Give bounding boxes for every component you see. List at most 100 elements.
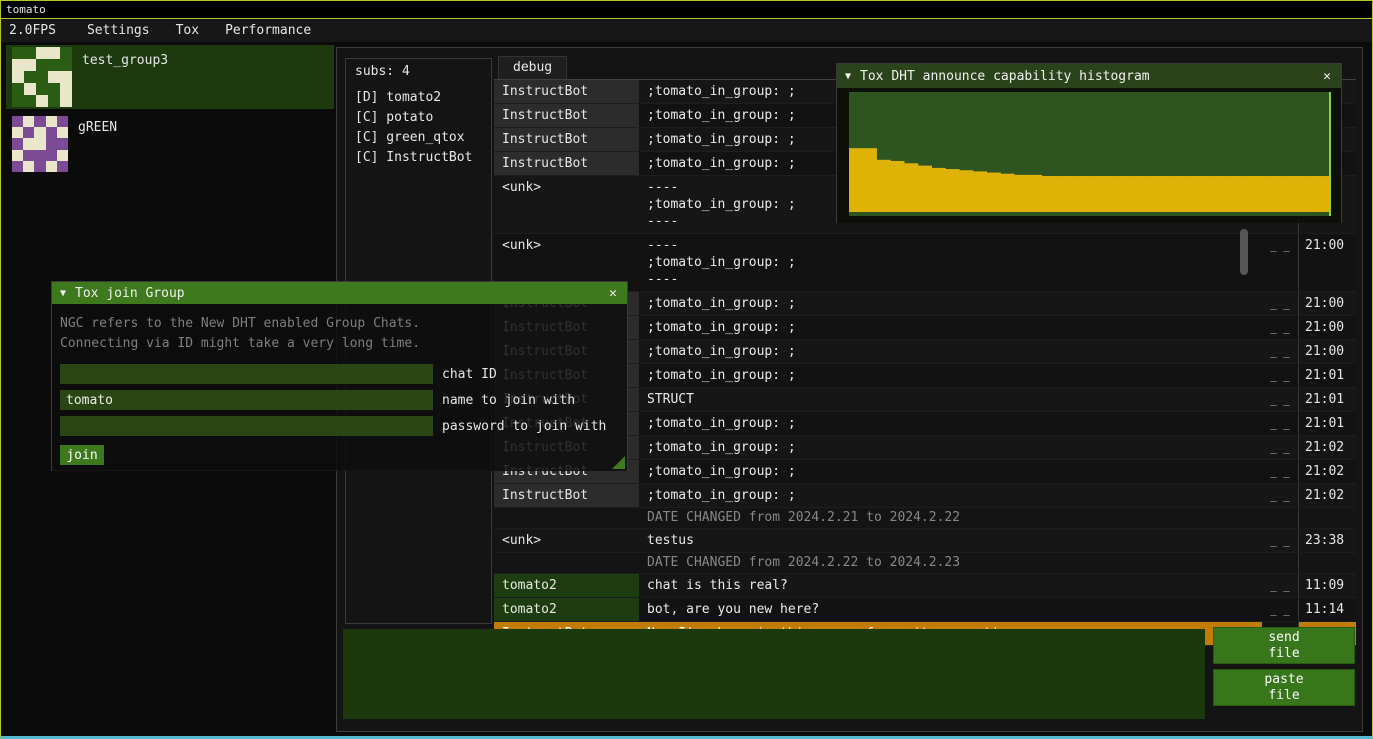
sender-name: tomato2 (494, 574, 639, 597)
timestamp: 21:02 (1298, 484, 1356, 507)
collapse-arrow-icon[interactable]: ▼ (60, 288, 66, 299)
timestamp: 11:09 (1298, 574, 1356, 597)
resize-grip[interactable] (612, 456, 625, 469)
sender-name: InstructBot (494, 80, 639, 103)
message-text: ;tomato_in_group: ; (639, 292, 1262, 315)
histogram-plot-area (837, 88, 1341, 223)
message-text: ;tomato_in_group: ; (639, 484, 1262, 507)
sender-name (494, 508, 639, 528)
message-text: DATE CHANGED from 2024.2.21 to 2024.2.22 (639, 508, 1262, 528)
message-text: ---- ;tomato_in_group: ; ---- (639, 234, 1262, 291)
join-info-line: NGC refers to the New DHT enabled Group … (60, 315, 619, 332)
histogram-bar (1276, 176, 1290, 212)
sender-name: InstructBot (494, 152, 639, 175)
timestamp: 21:00 (1298, 292, 1356, 315)
histogram-bar (1069, 176, 1083, 212)
timestamp: 23:38 (1298, 529, 1356, 552)
message-text: STRUCT (639, 388, 1262, 411)
join-password-label: password to join with (442, 419, 606, 434)
delivery-marks: _ _ (1262, 234, 1298, 291)
menu-item-tox[interactable]: Tox (163, 20, 212, 41)
group-item[interactable]: gREEN (6, 112, 334, 176)
sender-name: tomato2 (494, 598, 639, 621)
group-avatar (12, 47, 72, 107)
close-icon[interactable]: ✕ (607, 286, 619, 301)
timestamp (1298, 553, 1356, 573)
send-file-button[interactable]: send file (1213, 627, 1355, 664)
join-name-input[interactable] (60, 390, 433, 410)
histogram-bar (1262, 176, 1276, 212)
message-input[interactable] (343, 629, 1205, 719)
chat-scrollbar[interactable] (1240, 229, 1248, 275)
collapse-arrow-icon[interactable]: ▼ (845, 71, 851, 82)
message-text: ;tomato_in_group: ; (639, 364, 1262, 387)
delivery-marks: _ _ (1262, 412, 1298, 435)
member-item[interactable]: [C] green_qtox (346, 128, 491, 148)
group-item[interactable]: test_group3 (6, 45, 334, 109)
histogram-bar (1235, 176, 1249, 212)
join-password-input[interactable] (60, 416, 433, 436)
delivery-marks: _ _ (1262, 529, 1298, 552)
message-text: testus (639, 529, 1262, 552)
join-dialog-title: Tox join Group (75, 286, 607, 301)
join-dialog-titlebar[interactable]: ▼ Tox join Group ✕ (52, 282, 627, 304)
member-item[interactable]: [C] InstructBot (346, 148, 491, 168)
chat-id-input[interactable] (60, 364, 433, 384)
chat-row[interactable]: InstructBot;tomato_in_group: ;_ _21:02 (494, 484, 1356, 508)
message-text: ;tomato_in_group: ; (639, 316, 1262, 339)
histogram-bar (1221, 176, 1235, 212)
histogram-bar (1014, 175, 1028, 212)
member-item[interactable]: [D] tomato2 (346, 88, 491, 108)
histogram-bar (987, 173, 1001, 212)
message-text: ;tomato_in_group: ; (639, 436, 1262, 459)
histogram-bar (1028, 175, 1042, 212)
delivery-marks: _ _ (1262, 598, 1298, 621)
histogram-bar (1042, 176, 1056, 212)
delivery-marks: _ _ (1262, 574, 1298, 597)
join-name-label: name to join with (442, 393, 575, 408)
histogram-bar (1193, 176, 1207, 212)
timestamp (1298, 508, 1356, 528)
delivery-marks: _ _ (1262, 340, 1298, 363)
timestamp: 21:00 (1298, 234, 1356, 291)
histogram-bar (1248, 176, 1262, 212)
chat-row[interactable]: tomato2bot, are you new here?_ _11:14 (494, 598, 1356, 622)
group-name: test_group3 (82, 53, 168, 109)
histogram-bar (959, 170, 973, 212)
tab-debug[interactable]: debug (498, 56, 567, 79)
message-text: chat is this real? (639, 574, 1262, 597)
histogram-bar (849, 148, 863, 212)
sender-name: InstructBot (494, 128, 639, 151)
histogram-bar (1303, 176, 1317, 212)
message-text: bot, are you new here? (639, 598, 1262, 621)
paste-file-button[interactable]: paste file (1213, 669, 1355, 706)
histogram-bar (1056, 176, 1070, 212)
delivery-marks: _ _ (1262, 460, 1298, 483)
member-item[interactable]: [C] potato (346, 108, 491, 128)
histogram-window-title: Tox DHT announce capability histogram (860, 69, 1321, 84)
delivery-marks (1262, 508, 1298, 528)
join-dialog-body: NGC refers to the New DHT enabled Group … (52, 304, 627, 471)
chat-row[interactable]: tomato2chat is this real?_ _11:09 (494, 574, 1356, 598)
delivery-marks: _ _ (1262, 316, 1298, 339)
histogram-bar (1083, 176, 1097, 212)
histogram-bar (890, 161, 904, 212)
histogram-bar (945, 169, 959, 212)
close-icon[interactable]: ✕ (1321, 69, 1333, 84)
histogram-plot-svg (849, 92, 1331, 216)
delivery-marks: _ _ (1262, 364, 1298, 387)
sender-name: <unk> (494, 176, 639, 233)
timestamp: 11:14 (1298, 598, 1356, 621)
menu-item-settings[interactable]: Settings (74, 20, 163, 41)
app-window: tomato 2.0FPS SettingsToxPerformance tes… (0, 0, 1373, 739)
message-text: ;tomato_in_group: ; (639, 340, 1262, 363)
sender-name (494, 553, 639, 573)
menu-item-performance[interactable]: Performance (212, 20, 324, 41)
histogram-window-titlebar[interactable]: ▼ Tox DHT announce capability histogram … (837, 64, 1341, 88)
chat-row[interactable]: <unk>testus_ _23:38 (494, 529, 1356, 553)
subs-header: subs: 4 (346, 59, 491, 82)
histogram-bar (1111, 176, 1125, 212)
histogram-bar (1166, 176, 1180, 212)
join-button[interactable]: join (60, 445, 104, 465)
menubar: 2.0FPS SettingsToxPerformance (1, 19, 1372, 42)
